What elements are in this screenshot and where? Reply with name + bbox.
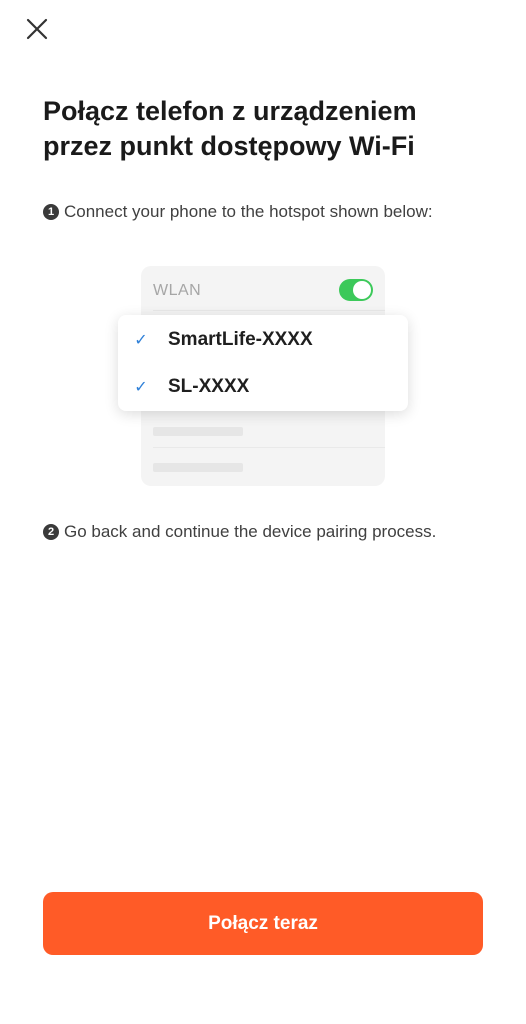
divider bbox=[153, 447, 385, 448]
network-ssid: SL-XXXX bbox=[168, 376, 250, 397]
toggle-knob bbox=[353, 281, 371, 299]
network-ssid: SmartLife-XXXX bbox=[168, 329, 313, 350]
placeholder-bar bbox=[153, 463, 243, 472]
step-number-badge: 1 bbox=[43, 204, 59, 220]
network-item: ✓ SL-XXXX bbox=[118, 364, 408, 410]
check-icon: ✓ bbox=[134, 332, 148, 349]
wlan-label: WLAN bbox=[153, 282, 202, 299]
placeholder-bar bbox=[153, 427, 243, 436]
connect-now-button[interactable]: Połącz teraz bbox=[43, 892, 483, 955]
close-icon bbox=[26, 18, 48, 40]
network-list-popup: ✓ SmartLife-XXXX ✓ SL-XXXX bbox=[118, 315, 408, 411]
wlan-toggle bbox=[339, 279, 373, 301]
step-2: 2 Go back and continue the device pairin… bbox=[43, 522, 436, 542]
step-text: Go back and continue the device pairing … bbox=[64, 522, 437, 541]
close-button[interactable] bbox=[20, 12, 54, 46]
step-text: Connect your phone to the hotspot shown … bbox=[64, 202, 433, 221]
step-number-badge: 2 bbox=[43, 524, 59, 540]
step-1: 1 Connect your phone to the hotspot show… bbox=[43, 202, 433, 222]
divider bbox=[153, 310, 385, 311]
check-icon: ✓ bbox=[134, 379, 148, 396]
page-title: Połącz telefon z urządzeniem przez punkt… bbox=[43, 96, 417, 161]
network-item: ✓ SmartLife-XXXX bbox=[118, 317, 408, 363]
